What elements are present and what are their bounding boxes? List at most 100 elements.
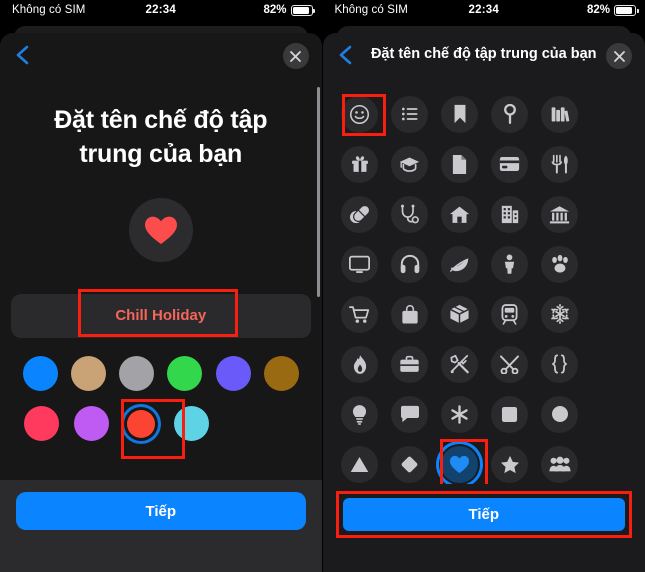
- icon-cell-building: [485, 189, 535, 239]
- braces-icon[interactable]: [541, 345, 578, 383]
- icon-picker-sheet: Đặt tên chế độ tập trung của bạn Tiếp: [322, 33, 645, 572]
- focus-name-sheet: Đặt tên chế độ tập trung của bạn Chill H…: [0, 33, 322, 572]
- books-icon[interactable]: [541, 95, 578, 133]
- icon-cell-graduation-cap: [385, 139, 435, 189]
- color-swatch-blue[interactable]: [16, 356, 64, 391]
- leaf-icon[interactable]: [441, 245, 478, 283]
- right-screen: Không có SIM 22:34 82% Đặt tên chế độ tậ…: [322, 0, 645, 572]
- icon-cell-train: [485, 289, 535, 339]
- icon-cell-asterisk: [435, 389, 485, 439]
- continue-button[interactable]: Tiếp: [16, 492, 306, 530]
- battery-percent-label: 82%: [263, 4, 287, 16]
- chevron-left-icon[interactable]: [335, 44, 357, 66]
- close-icon[interactable]: [606, 43, 632, 69]
- bottom-bar: Tiếp: [322, 484, 645, 572]
- pin-icon[interactable]: [491, 95, 528, 133]
- icon-cell-credit-card: [485, 139, 535, 189]
- tools-icon[interactable]: [441, 345, 478, 383]
- color-swatch-grid: [16, 356, 306, 459]
- color-swatch-red-selected[interactable]: [116, 406, 166, 441]
- box-icon[interactable]: [441, 295, 478, 333]
- icon-cell-lightbulb: [335, 389, 385, 439]
- triangle-icon[interactable]: [341, 445, 378, 483]
- close-icon[interactable]: [282, 43, 309, 69]
- focus-preview-icon: [128, 198, 193, 262]
- snowflake-icon[interactable]: [541, 295, 578, 333]
- monitor-icon[interactable]: [341, 245, 378, 283]
- briefcase-icon[interactable]: [391, 345, 428, 383]
- status-right: 82%: [263, 4, 315, 16]
- icon-cell-speech-bubble: [385, 389, 435, 439]
- page-title: Đặt tên chế độ tập trung của bạn: [54, 106, 268, 168]
- icon-cell-stethoscope: [385, 189, 435, 239]
- chevron-left-icon[interactable]: [12, 44, 34, 66]
- scrollbar[interactable]: [317, 87, 320, 297]
- lightbulb-icon[interactable]: [341, 395, 378, 433]
- icon-cell-tools: [435, 339, 485, 389]
- color-row-1: [16, 356, 306, 391]
- people-icon[interactable]: [541, 445, 578, 483]
- color-swatch-tan[interactable]: [64, 356, 112, 391]
- focus-name-value: Chill Holiday: [115, 307, 207, 324]
- heart-icon[interactable]: [441, 445, 478, 483]
- smiley-icon[interactable]: [341, 95, 378, 133]
- shopping-cart-icon[interactable]: [341, 295, 378, 333]
- battery-percent-label: 82%: [586, 4, 610, 16]
- icon-cell-leaf: [435, 239, 485, 289]
- icon-cell-star: [485, 439, 535, 489]
- bank-icon[interactable]: [541, 195, 578, 233]
- document-icon[interactable]: [441, 145, 478, 183]
- nav-bar: Đặt tên chế độ tập trung của bạn: [323, 33, 645, 79]
- star-icon[interactable]: [491, 445, 528, 483]
- status-bar: Không có SIM 22:34 82%: [0, 0, 322, 26]
- headphones-icon[interactable]: [391, 245, 428, 283]
- icon-cell-person: [485, 239, 535, 289]
- color-swatch-indigo[interactable]: [209, 356, 257, 391]
- list-icon[interactable]: [391, 95, 428, 133]
- icon-cell-pin: [485, 89, 535, 139]
- person-icon[interactable]: [491, 245, 528, 283]
- cutlery-icon[interactable]: [541, 145, 578, 183]
- icon-cell-scissors: [485, 339, 535, 389]
- battery-icon: [290, 4, 315, 16]
- flame-icon[interactable]: [341, 345, 378, 383]
- heart-icon: [144, 215, 178, 246]
- square-icon[interactable]: [491, 395, 528, 433]
- diamond-icon[interactable]: [391, 445, 428, 483]
- building-icon[interactable]: [491, 195, 528, 233]
- color-swatch-pink[interactable]: [16, 406, 66, 441]
- continue-button[interactable]: Tiếp: [342, 498, 625, 531]
- nav-title: Đặt tên chế độ tập trung của bạn: [370, 46, 597, 62]
- icon-cell-bookmark: [435, 89, 485, 139]
- battery-icon: [614, 4, 639, 16]
- gift-icon[interactable]: [341, 145, 378, 183]
- credit-card-icon[interactable]: [491, 145, 528, 183]
- icon-cell-pills: [335, 189, 385, 239]
- left-screen: Không có SIM 22:34 82% Đặt tên chế độ tậ…: [0, 0, 322, 572]
- color-swatch-brown[interactable]: [257, 356, 305, 391]
- color-swatch-cyan[interactable]: [166, 406, 216, 441]
- icon-cell-monitor: [335, 239, 385, 289]
- graduation-cap-icon[interactable]: [391, 145, 428, 183]
- asterisk-icon[interactable]: [441, 395, 478, 433]
- stethoscope-icon[interactable]: [391, 195, 428, 233]
- bottom-bar: Tiếp: [0, 480, 322, 572]
- focus-name-input[interactable]: Chill Holiday: [11, 289, 311, 338]
- color-row-2: [16, 399, 306, 459]
- circle-icon[interactable]: [541, 395, 578, 433]
- pills-icon[interactable]: [341, 195, 378, 233]
- scissors-icon[interactable]: [491, 345, 528, 383]
- icon-cell-paw: [535, 239, 585, 289]
- speech-bubble-icon[interactable]: [391, 395, 428, 433]
- icon-cell-shopping-cart: [335, 289, 385, 339]
- paw-icon[interactable]: [541, 245, 578, 283]
- color-swatch-green[interactable]: [161, 356, 209, 391]
- bookmark-icon[interactable]: [441, 95, 478, 133]
- icon-cell-list: [385, 89, 435, 139]
- color-swatch-gray[interactable]: [113, 356, 161, 391]
- color-swatch-purple[interactable]: [66, 406, 116, 441]
- house-icon[interactable]: [441, 195, 478, 233]
- bag-icon[interactable]: [391, 295, 428, 333]
- icon-cell-box: [435, 289, 485, 339]
- train-icon[interactable]: [491, 295, 528, 333]
